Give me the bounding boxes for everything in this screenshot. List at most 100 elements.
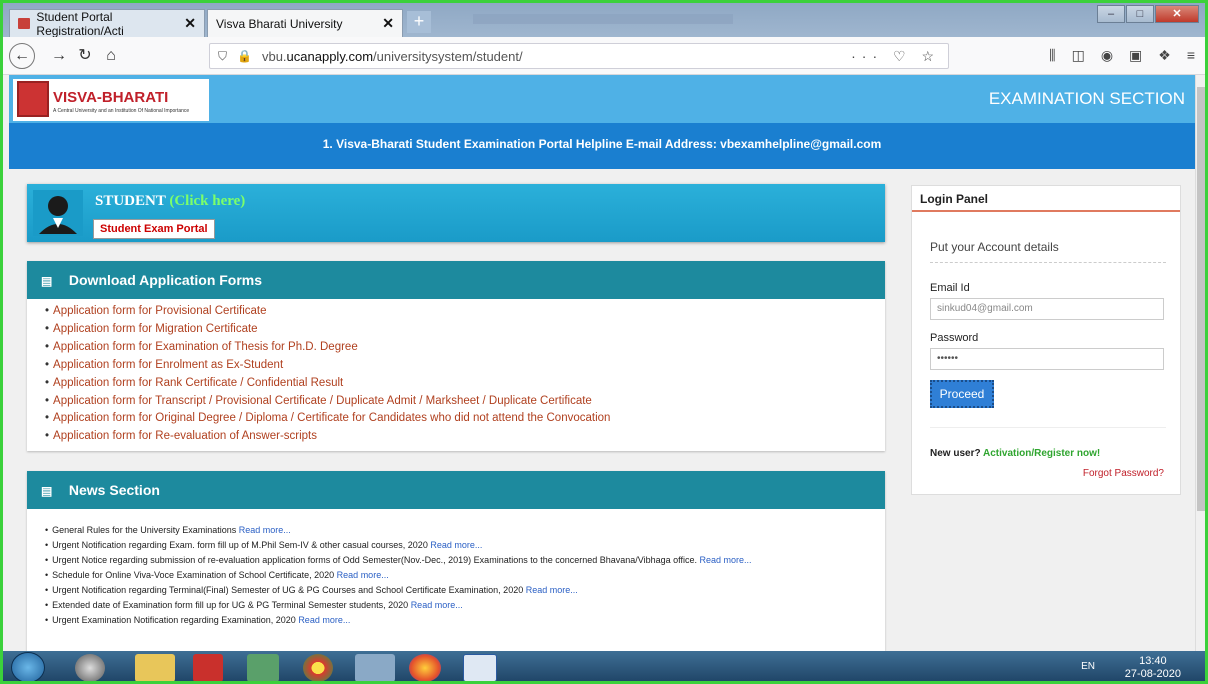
pdf-reader-icon[interactable] — [193, 654, 223, 681]
close-icon[interactable]: ✕ — [184, 15, 196, 32]
windows-taskbar: EN 13:40 27-08-2020 — [3, 651, 1205, 681]
url-host: ucanapply.com — [286, 48, 374, 64]
read-more-link[interactable]: Read more... — [298, 615, 350, 625]
login-panel-title: Login Panel — [912, 186, 1180, 212]
read-more-link[interactable]: Read more... — [430, 540, 482, 550]
news-text: General Rules for the University Examina… — [52, 525, 237, 535]
start-button[interactable] — [11, 652, 45, 681]
news-item: Urgent Notification regarding Terminal(F… — [52, 583, 885, 598]
panel-title: Download Application Forms — [68, 272, 263, 288]
news-panel: ▤ News Section General Rules for the Uni… — [27, 471, 885, 651]
news-text: Urgent Notification regarding Exam. form… — [52, 540, 428, 550]
email-label: Email Id — [930, 282, 970, 294]
site-header: VISVA-BHARATI A Central University and a… — [9, 75, 1195, 123]
list-icon: ▤ — [41, 484, 53, 498]
screenshot-icon[interactable]: ▣ — [1129, 47, 1142, 64]
password-label: Password — [930, 332, 979, 344]
form-link[interactable]: Application form for Transcript / Provis… — [53, 393, 885, 411]
file-explorer-icon[interactable] — [135, 654, 175, 681]
clock-time: 13:40 — [1139, 655, 1167, 667]
back-button[interactable]: ← — [9, 43, 35, 69]
url-bar[interactable]: ⛉ 🔒 vbu. ucanapply.com/universitysystem/s… — [209, 43, 949, 69]
logo-title: VISVA-BHARATI — [53, 89, 169, 106]
news-item: General Rules for the University Examina… — [52, 523, 885, 538]
tab-label: Student Portal Registration/Acti — [36, 9, 124, 38]
page-scrollbar[interactable] — [1195, 75, 1205, 651]
form-link[interactable]: Application form for Provisional Certifi… — [53, 303, 885, 321]
navigation-bar: ← → ↻ ⌂ ⛉ 🔒 vbu. ucanapply.com/university… — [3, 37, 1205, 75]
student-title[interactable]: STUDENT (Click here) — [95, 193, 245, 210]
logo[interactable]: VISVA-BHARATI A Central University and a… — [13, 79, 209, 121]
divider — [930, 262, 1166, 263]
language-indicator[interactable]: EN — [1081, 661, 1095, 672]
panel-header: ▤ Download Application Forms — [27, 261, 885, 299]
new-user-line: New user? Activation/Register now! — [930, 448, 1100, 459]
forgot-password-link[interactable]: Forgot Password? — [1083, 468, 1164, 479]
proceed-button[interactable]: Proceed — [930, 380, 994, 408]
scrollbar-thumb[interactable] — [1197, 87, 1205, 511]
media-player-icon[interactable] — [75, 654, 105, 681]
form-link[interactable]: Application form for Migration Certifica… — [53, 321, 885, 339]
url-prefix: vbu. — [261, 48, 287, 64]
library-icon[interactable]: ⫼ — [1049, 47, 1055, 64]
new-tab-button[interactable]: + — [407, 11, 431, 33]
list-icon: ▤ — [41, 274, 53, 288]
student-avatar-icon — [33, 190, 83, 236]
forms-list: Application form for Provisional Certifi… — [27, 299, 885, 446]
news-text: Urgent Notice regarding submission of re… — [52, 555, 698, 565]
form-link[interactable]: Application form for Re-evaluation of An… — [53, 428, 885, 446]
student-box[interactable]: STUDENT (Click here) Student Exam Portal — [27, 184, 885, 242]
account-icon[interactable]: ◉ — [1101, 47, 1113, 64]
read-more-link[interactable]: Read more... — [700, 555, 752, 565]
system-clock[interactable]: 13:40 27-08-2020 — [1125, 655, 1181, 681]
news-item: Schedule for Online Viva-Voce Examinatio… — [52, 568, 885, 583]
student-title-text: STUDENT — [95, 193, 166, 209]
form-link[interactable]: Application form for Original Degree / D… — [53, 410, 885, 428]
page-actions[interactable]: ··· ♡ ☆ — [851, 48, 940, 65]
logo-subtitle: A Central University and an Institution … — [53, 108, 190, 114]
maximize-button[interactable]: □ — [1126, 5, 1154, 23]
form-link[interactable]: Application form for Enrolment as Ex-Stu… — [53, 357, 885, 375]
click-here-link[interactable]: (Click here) — [169, 193, 245, 209]
activation-register-link[interactable]: Activation/Register now! — [983, 448, 1100, 459]
university-seal-icon — [17, 81, 49, 117]
insecure-lock-icon: 🔒 — [237, 49, 252, 63]
tab-visva-bharati[interactable]: Visva Bharati University ✕ — [207, 9, 403, 37]
clock-date: 27-08-2020 — [1124, 668, 1181, 680]
home-icon[interactable]: ⌂ — [99, 45, 123, 67]
news-list: General Rules for the University Examina… — [27, 509, 885, 628]
divider — [930, 427, 1166, 428]
window-controls: – □ ✕ — [1096, 5, 1199, 23]
helpline-banner: 1. Visva-Bharati Student Examination Por… — [9, 123, 1195, 169]
news-item: Urgent Examination Notification regardin… — [52, 613, 885, 628]
word-icon[interactable] — [463, 654, 497, 681]
read-more-link[interactable]: Read more... — [337, 570, 389, 580]
paint-icon[interactable] — [247, 654, 279, 681]
minimize-button[interactable]: – — [1097, 5, 1125, 23]
reload-button[interactable]: ↻ — [73, 45, 97, 67]
student-exam-portal-button[interactable]: Student Exam Portal — [93, 219, 215, 239]
toolbar-icons: ⫼ ◫ ◉ ▣ ❖ ≡ — [1049, 47, 1195, 64]
news-item: Extended date of Examination form fill u… — [52, 598, 885, 613]
news-item: Urgent Notification regarding Exam. form… — [52, 538, 885, 553]
close-icon[interactable]: ✕ — [382, 15, 394, 32]
form-link[interactable]: Application form for Rank Certificate / … — [53, 375, 885, 393]
menu-icon[interactable]: ≡ — [1187, 47, 1195, 64]
close-window-button[interactable]: ✕ — [1155, 5, 1199, 23]
section-title: EXAMINATION SECTION — [988, 89, 1185, 108]
read-more-link[interactable]: Read more... — [411, 600, 463, 610]
chrome-icon[interactable] — [303, 654, 333, 681]
read-more-link[interactable]: Read more... — [526, 585, 578, 595]
firefox-icon[interactable] — [409, 654, 441, 681]
read-more-link[interactable]: Read more... — [239, 525, 291, 535]
extension-icon[interactable]: ❖ — [1158, 47, 1171, 64]
password-field[interactable]: •••••• — [930, 348, 1164, 370]
shield-icon: ⛉ — [218, 48, 228, 63]
sidebar-icon[interactable]: ◫ — [1072, 47, 1085, 64]
email-field[interactable]: sinkud04@gmail.com — [930, 298, 1164, 320]
tab-student-portal[interactable]: Student Portal Registration/Acti ✕ — [9, 9, 205, 38]
news-text: Urgent Notification regarding Terminal(F… — [52, 585, 524, 595]
forward-button[interactable]: → — [47, 45, 71, 67]
chrome-window-icon[interactable] — [355, 654, 395, 681]
form-link[interactable]: Application form for Examination of Thes… — [53, 339, 885, 357]
